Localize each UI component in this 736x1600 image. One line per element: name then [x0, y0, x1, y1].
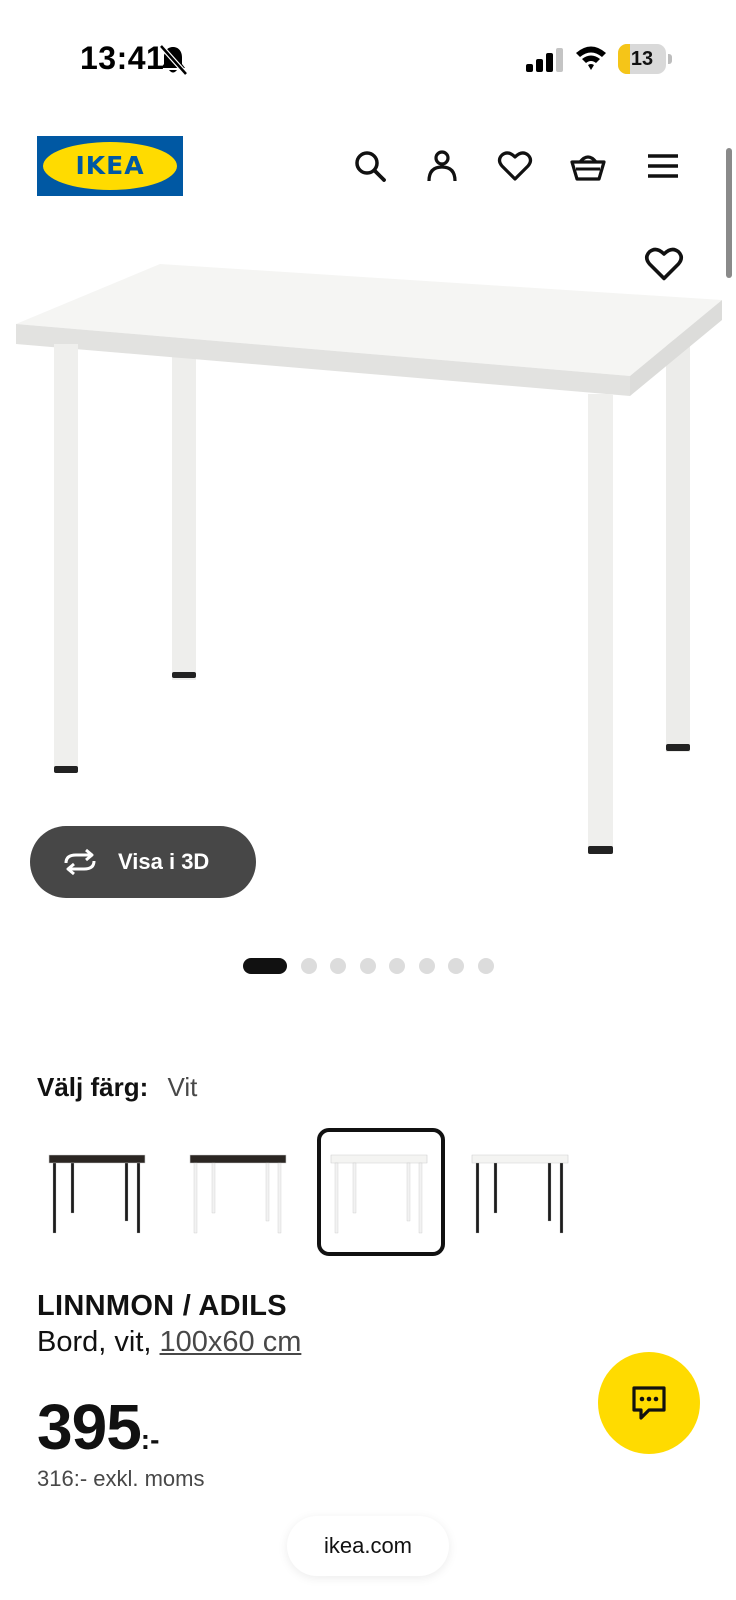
menu-icon[interactable] [643, 146, 683, 186]
status-time: 13:41 [80, 40, 165, 76]
carousel-dot-active[interactable] [243, 958, 287, 974]
product-image[interactable] [0, 220, 736, 900]
logo-text: IKEA [75, 151, 145, 180]
color-label: Välj färg: [37, 1072, 149, 1102]
ikea-logo[interactable]: IKEA [37, 136, 183, 196]
table-thumbnail [48, 1154, 146, 1234]
heart-icon[interactable] [495, 146, 535, 186]
bell-slash-icon [159, 44, 188, 76]
table-thumbnail [330, 1154, 428, 1234]
carousel-dots [243, 958, 507, 974]
carousel-dot[interactable] [389, 958, 405, 974]
status-bar: 13:41 13 [0, 0, 736, 100]
image-favorite-icon[interactable] [644, 244, 684, 284]
product-description: Bord, vit, 100x60 cm [37, 1326, 301, 1359]
price-integer: 395 [37, 1391, 142, 1463]
carousel-dot[interactable] [300, 958, 317, 974]
view-3d-button[interactable]: Visa i 3D [30, 826, 256, 898]
battery-body: 13 [618, 44, 666, 74]
search-icon[interactable] [350, 146, 390, 186]
color-select-row: Välj färg: Vit [37, 1072, 197, 1103]
chat-button[interactable] [598, 1352, 700, 1454]
color-swatch[interactable] [35, 1128, 163, 1256]
carousel-dot[interactable] [330, 958, 346, 974]
battery-icon: 13 [618, 44, 672, 74]
chat-icon [632, 1386, 666, 1420]
battery-level: 13 [630, 48, 654, 70]
carousel-dot[interactable] [359, 958, 376, 974]
price: 395:- [37, 1390, 159, 1464]
rotate-3d-icon [64, 848, 96, 876]
color-value: Vit [167, 1072, 198, 1102]
basket-icon[interactable] [568, 146, 608, 186]
product-desc-prefix: Bord, vit, [37, 1326, 160, 1358]
table-thumbnail [471, 1154, 569, 1234]
battery-cap [668, 54, 672, 64]
url-bar[interactable]: ikea.com [287, 1516, 449, 1576]
color-swatch[interactable] [458, 1128, 586, 1256]
signal-icon [526, 48, 563, 72]
account-icon[interactable] [422, 146, 462, 186]
carousel-dot[interactable] [477, 958, 494, 974]
carousel-dot[interactable] [448, 958, 464, 974]
wifi-icon [576, 46, 606, 70]
view-3d-label: Visa i 3D [118, 849, 210, 874]
size-link[interactable]: 100x60 cm [160, 1326, 302, 1358]
carousel-dot[interactable] [418, 958, 435, 974]
price-suffix: :- [140, 1424, 160, 1455]
color-swatch[interactable] [317, 1128, 445, 1256]
price-excl-vat: 316:- exkl. moms [37, 1466, 205, 1491]
product-name: LINNMON / ADILS [37, 1290, 287, 1322]
color-swatch[interactable] [176, 1128, 304, 1256]
table-thumbnail [189, 1154, 287, 1234]
